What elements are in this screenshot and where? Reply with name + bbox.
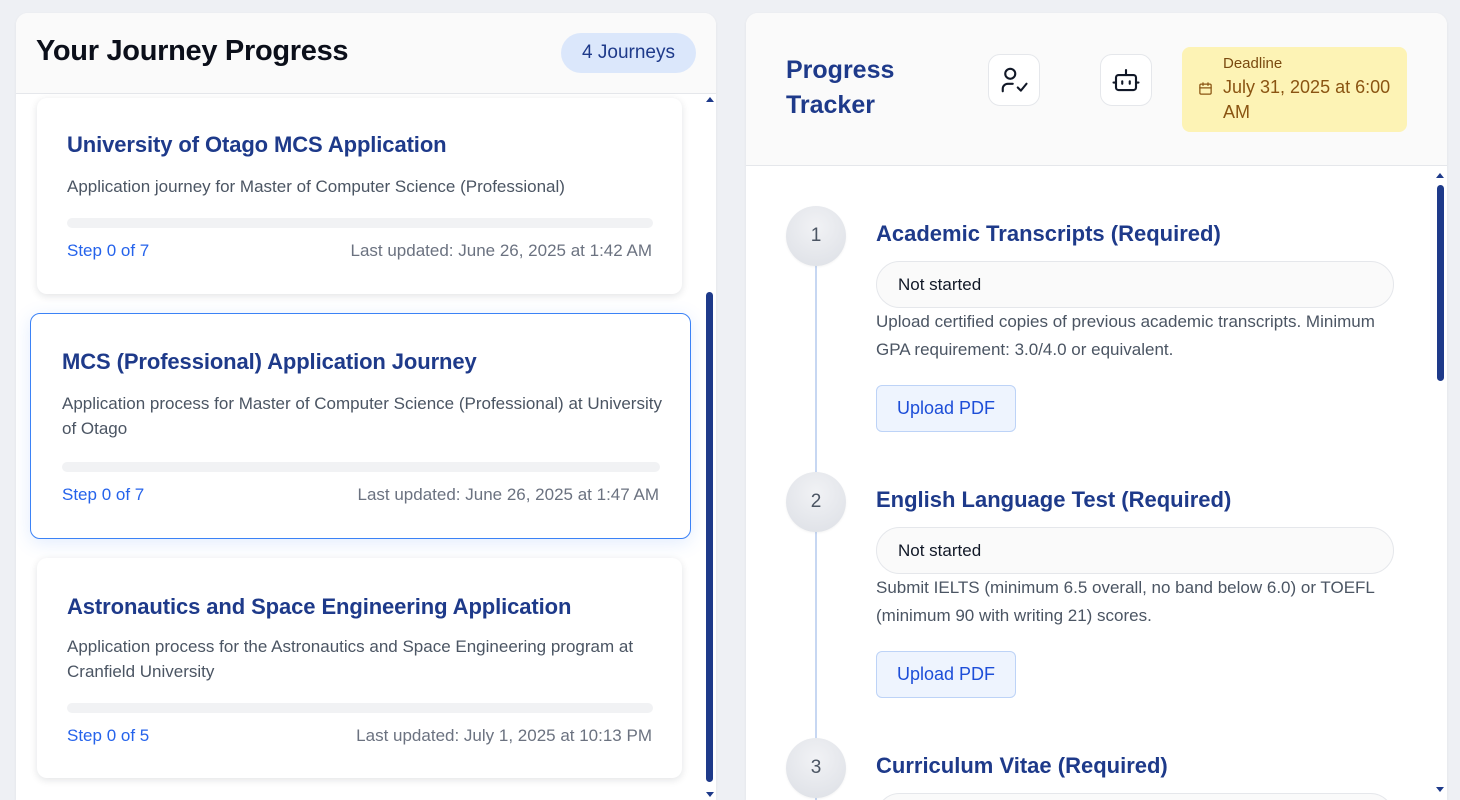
journey-card-title: MCS (Professional) Application Journey [62, 349, 477, 374]
robot-icon [1112, 68, 1140, 92]
journey-progress-bar [67, 218, 653, 228]
journey-progress-bar [62, 462, 660, 472]
step-number-badge: 1 [786, 206, 846, 266]
journey-step-count: Step 0 of 7 [62, 485, 145, 504]
step-title: English Language Test (Required) [876, 487, 1232, 512]
journey-card-title: Astronautics and Space Engineering Appli… [67, 594, 572, 619]
tracker-title: Progress Tracker [786, 56, 895, 119]
ai-assistant-button[interactable] [1100, 54, 1152, 106]
progress-tracker-panel: Progress Tracker Deadline July 31, 2025 … [746, 13, 1447, 800]
step-status: Not started [876, 261, 1394, 308]
calendar-icon [1199, 82, 1212, 95]
step-status: Not started [876, 527, 1394, 574]
journey-card-description: Application process for Master of Comput… [62, 394, 662, 438]
user-check-button[interactable] [988, 54, 1040, 106]
scroll-up-arrow-icon[interactable] [706, 97, 714, 102]
step-number-badge: 3 [786, 738, 846, 798]
upload-pdf-button[interactable]: Upload PDF [876, 385, 1016, 432]
tracker-header: Progress Tracker Deadline July 31, 2025 … [746, 13, 1447, 166]
step-description: Upload certified copies of previous acad… [876, 312, 1375, 359]
journey-card[interactable]: University of Otago MCS Application Appl… [37, 98, 682, 294]
scroll-up-arrow-icon[interactable] [1436, 173, 1444, 178]
journey-count-badge: 4 Journeys [561, 33, 696, 73]
steps-scrollbar-thumb[interactable] [1437, 185, 1444, 381]
journey-step-count: Step 0 of 7 [67, 241, 150, 260]
journey-progress-bar [67, 703, 653, 713]
steps-list[interactable]: 1 Academic Transcripts (Required) Not st… [746, 167, 1447, 800]
journeys-title: Your Journey Progress [36, 35, 349, 67]
journey-last-updated: Last updated: July 1, 2025 at 10:13 PM [356, 726, 652, 745]
scroll-down-arrow-icon[interactable] [1436, 787, 1444, 792]
journey-step-count: Step 0 of 5 [67, 726, 150, 745]
journeys-scrollbar-thumb[interactable] [706, 292, 713, 782]
steps-scrollbar[interactable] [1434, 167, 1446, 800]
scroll-down-arrow-icon[interactable] [706, 792, 714, 797]
journeys-header: Your Journey Progress 4 Journeys [16, 13, 716, 94]
upload-pdf-button[interactable]: Upload PDF [876, 651, 1016, 698]
journeys-panel: Your Journey Progress 4 Journeys Univers… [16, 13, 716, 800]
step-title: Curriculum Vitae (Required) [876, 753, 1168, 778]
journey-card-title: University of Otago MCS Application [67, 132, 447, 157]
deadline-label: Deadline [1223, 55, 1283, 72]
deadline-value: July 31, 2025 at 6:00 AM [1223, 77, 1391, 122]
journey-card-description: Application process for the Astronautics… [67, 637, 634, 681]
journey-card[interactable]: Astronautics and Space Engineering Appli… [37, 558, 682, 778]
step-description: Submit IELTS (minimum 6.5 overall, no ba… [876, 578, 1375, 625]
step-title: Academic Transcripts (Required) [876, 221, 1221, 246]
deadline-box: Deadline July 31, 2025 at 6:00 AM [1182, 47, 1407, 132]
journeys-list[interactable]: University of Otago MCS Application Appl… [16, 95, 716, 800]
journey-card-selected[interactable]: MCS (Professional) Application Journey A… [30, 313, 691, 539]
step-status [876, 793, 1394, 800]
step-number-badge: 2 [786, 472, 846, 532]
journey-card-description: Application journey for Master of Comput… [67, 177, 565, 196]
journey-last-updated: Last updated: June 26, 2025 at 1:42 AM [350, 241, 652, 260]
journey-last-updated: Last updated: June 26, 2025 at 1:47 AM [357, 485, 659, 504]
user-check-icon [1001, 67, 1028, 93]
journeys-scrollbar[interactable] [705, 95, 715, 800]
